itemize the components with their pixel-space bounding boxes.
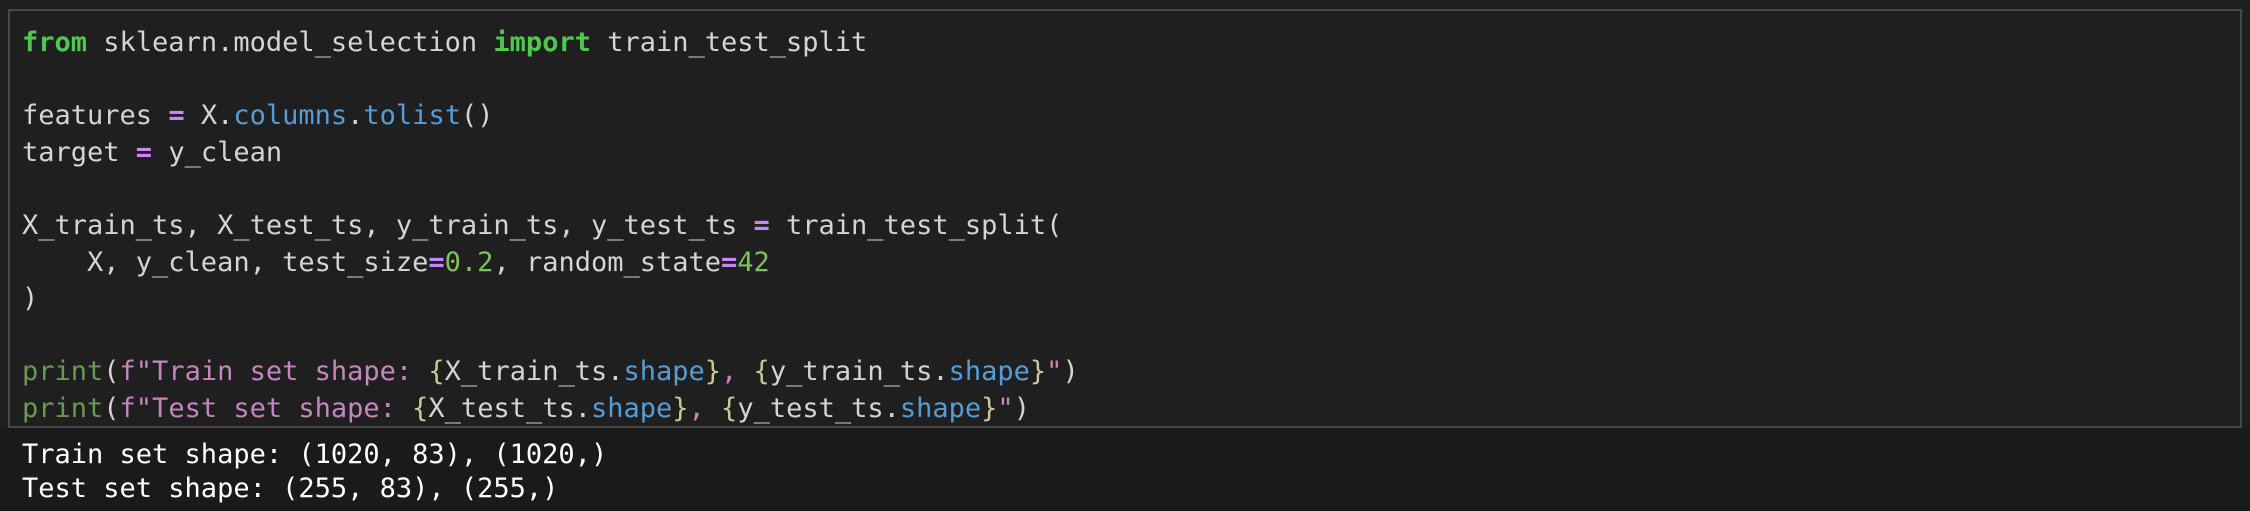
output-line-1: Train set shape: (1020, 83), (1020,) (22, 439, 608, 470)
brace-open: { (412, 392, 429, 424)
brace-open: { (753, 356, 770, 388)
brace-close: } (981, 392, 998, 424)
code-editor[interactable]: from sklearn.model_selection import trai… (22, 25, 1079, 428)
assign-operator: = (168, 100, 185, 132)
split-args-2: , random_state (493, 246, 722, 278)
fstring-expr: X_train_ts. (444, 356, 624, 388)
var-features: features (22, 100, 169, 132)
value-y-clean: y_clean (152, 136, 283, 168)
var-target: target (22, 136, 136, 168)
code-line-8: ) (22, 281, 1079, 318)
close-paren: ) (1062, 356, 1079, 388)
builtin-print: print (22, 356, 104, 388)
attr-columns: columns (233, 100, 348, 132)
number-random-state: 42 (737, 246, 770, 278)
fstring-prefix: f"Test set shape: (119, 392, 413, 424)
fstring-expr: y_test_ts. (737, 392, 900, 424)
close-paren: ) (1013, 392, 1030, 424)
fstring-sep: , (721, 356, 754, 388)
code-line-4: target = y_clean (22, 135, 1079, 172)
fstring-end: " (997, 392, 1014, 424)
keyword-import: import (493, 27, 591, 58)
code-line-7: X, y_clean, test_size=0.2, random_state=… (22, 245, 1079, 282)
open-paren: ( (103, 356, 120, 388)
assign-operator: = (135, 136, 153, 168)
open-paren: ( (103, 392, 120, 424)
imported-name: train_test_split (590, 27, 868, 58)
close-paren: ) (22, 283, 39, 315)
code-line-10: print(f"Train set shape: {X_train_ts.sha… (22, 354, 1079, 391)
brace-close: } (704, 356, 722, 388)
brace-open: { (428, 356, 445, 388)
assign-operator: = (428, 246, 445, 278)
number-test-size: 0.2 (444, 246, 494, 278)
split-vars: X_train_ts, X_test_ts, y_train_ts, y_tes… (22, 209, 754, 241)
code-cell[interactable]: from sklearn.model_selection import trai… (8, 9, 2242, 428)
output-text: Train set shape: (1020, 83), (1020,) Test… (22, 438, 607, 506)
parens: () (460, 100, 494, 132)
fstring-sep: , (688, 392, 722, 424)
assign-operator: = (753, 209, 770, 241)
brace-close: } (672, 392, 689, 424)
brace-close: } (1029, 356, 1047, 388)
attr-shape: shape (899, 392, 982, 424)
assign-operator: = (721, 246, 738, 278)
brace-open: { (721, 392, 738, 424)
object-x: X. (184, 100, 234, 132)
split-args-1: X, y_clean, test_size (22, 246, 429, 278)
output-line-2: Test set shape: (255, 83), (255,) (22, 473, 559, 504)
fstring-prefix: f"Train set shape: (119, 356, 429, 388)
fstring-end: " (1046, 356, 1063, 388)
code-line-3: features = X.columns.tolist() (22, 98, 1079, 135)
fstring-expr: X_test_ts. (428, 392, 591, 424)
fstring-expr: y_train_ts. (769, 356, 949, 388)
builtin-print: print (22, 392, 104, 424)
attr-shape: shape (590, 392, 673, 424)
split-call: train_test_split( (769, 209, 1063, 241)
keyword-from: from (22, 27, 88, 58)
code-line-6: X_train_ts, X_test_ts, y_train_ts, y_tes… (22, 208, 1079, 245)
cell-output: Train set shape: (1020, 83), (1020,) Test… (0, 428, 2250, 511)
module-name: sklearn.model_selection (87, 27, 494, 58)
attr-shape: shape (948, 356, 1030, 388)
code-line-1: from sklearn.model_selection import trai… (22, 25, 1079, 62)
attr-shape: shape (623, 356, 705, 388)
code-line-11: print(f"Test set shape: {X_test_ts.shape… (22, 391, 1079, 428)
attr-tolist: tolist (363, 100, 461, 132)
dot: . (347, 100, 364, 132)
